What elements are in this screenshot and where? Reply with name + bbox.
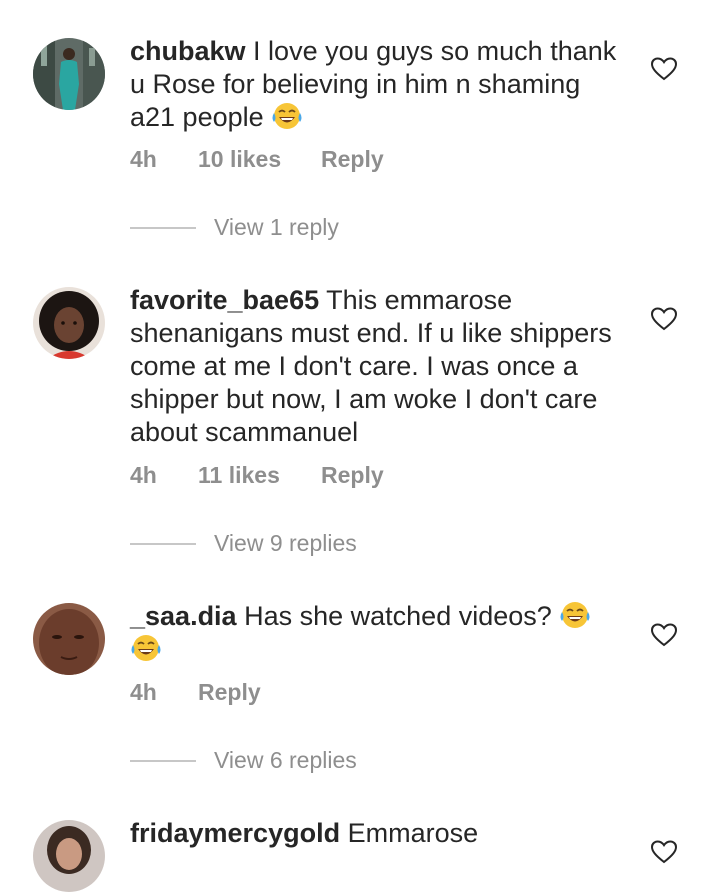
divider-line	[130, 543, 196, 545]
heart-outline-icon[interactable]	[650, 623, 678, 647]
avatar[interactable]	[33, 38, 105, 110]
comment-body: fridaymercygold Emmarose	[130, 817, 630, 850]
view-replies-label[interactable]: View 1 reply	[214, 212, 339, 242]
face-with-tears-of-joy-icon	[271, 102, 303, 130]
avatar[interactable]	[33, 603, 105, 675]
comment-username[interactable]: chubakw	[130, 36, 246, 66]
heart-outline-icon[interactable]	[650, 307, 678, 331]
comment-username[interactable]: _saa.dia	[130, 601, 237, 631]
comment-username[interactable]: fridaymercygold	[130, 818, 340, 848]
reply-button[interactable]: Reply	[198, 678, 261, 706]
reply-button[interactable]: Reply	[321, 145, 384, 173]
face-with-tears-of-joy-icon	[130, 634, 162, 662]
view-replies-button[interactable]: View 6 replies	[130, 745, 530, 775]
comment-text: Has she watched videos?	[244, 601, 552, 631]
comment-text: Emmarose	[347, 818, 479, 848]
comment-body: chubakw I love you guys so much thank u …	[130, 35, 630, 134]
avatar[interactable]	[33, 287, 105, 359]
heart-outline-icon[interactable]	[650, 57, 678, 81]
likes-count[interactable]: 10 likes	[198, 145, 281, 173]
view-replies-button[interactable]: View 9 replies	[130, 528, 530, 558]
avatar[interactable]	[33, 820, 105, 892]
view-replies-button[interactable]: View 1 reply	[130, 212, 530, 242]
comment-username[interactable]: favorite_bae65	[130, 285, 319, 315]
heart-outline-icon[interactable]	[650, 840, 678, 864]
comment-body: _saa.dia Has she watched videos?	[130, 600, 630, 666]
view-replies-label[interactable]: View 9 replies	[214, 528, 357, 558]
divider-line	[130, 760, 196, 762]
view-replies-label[interactable]: View 6 replies	[214, 745, 357, 775]
face-with-tears-of-joy-icon	[559, 601, 591, 629]
comment-body: favorite_bae65 This emmarose shenanigans…	[130, 284, 630, 449]
comment-time: 4h	[130, 146, 157, 172]
comment-time: 4h	[130, 679, 157, 705]
likes-count[interactable]: 11 likes	[198, 461, 280, 489]
comment-time: 4h	[130, 462, 157, 488]
reply-button[interactable]: Reply	[321, 461, 384, 489]
divider-line	[130, 227, 196, 229]
